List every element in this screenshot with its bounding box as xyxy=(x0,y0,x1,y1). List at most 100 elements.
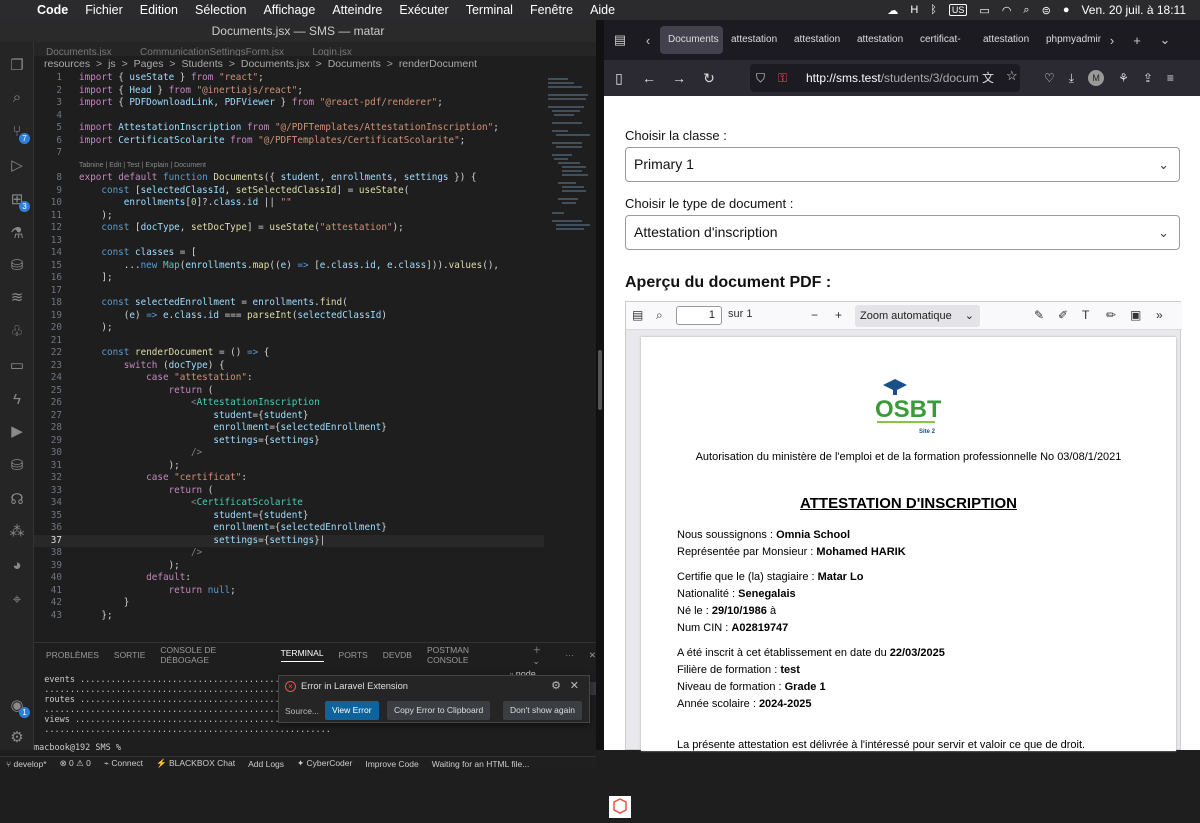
code-line[interactable]: student={student} xyxy=(79,410,308,423)
code-line[interactable]: import { useState } from "react"; xyxy=(79,72,264,85)
explorer-icon[interactable]: ❐ xyxy=(7,56,27,76)
headphones-icon[interactable]: ☊ xyxy=(7,490,27,510)
layers-icon[interactable]: ≋ xyxy=(7,288,27,308)
text-icon[interactable]: T xyxy=(1082,308,1089,322)
code-line[interactable]: ); xyxy=(79,322,112,335)
browser-tab[interactable]: attestation xyxy=(723,26,786,54)
minimap[interactable] xyxy=(544,72,596,642)
draw-icon[interactable]: ✐ xyxy=(1058,308,1068,322)
control-center-icon[interactable]: ⊜ xyxy=(1042,4,1051,17)
code-line[interactable]: const selectedEnrollment = enrollments.f… xyxy=(79,297,347,310)
tab-output[interactable]: SORTIE xyxy=(114,650,146,660)
menu-aide[interactable]: Aide xyxy=(590,3,615,17)
doctype-select[interactable]: Attestation d'inscription ⌄ xyxy=(625,215,1180,250)
code-line[interactable]: const [docType, setDocType] = useState("… xyxy=(79,222,403,235)
code-line[interactable]: default: xyxy=(79,572,191,585)
pen-icon[interactable]: ✏ xyxy=(1106,308,1116,322)
status-connect[interactable]: ⌁ Connect xyxy=(104,758,143,769)
close-panel-icon[interactable]: ✕ xyxy=(589,650,596,661)
browser-tab[interactable]: attestation xyxy=(849,26,912,54)
code-line[interactable]: return ( xyxy=(79,385,214,398)
run-debug-icon[interactable]: ▷ xyxy=(7,156,27,176)
source-control-icon[interactable]: ⑂ 7 xyxy=(7,122,30,144)
bookmark-star-icon[interactable]: ☆ xyxy=(1006,68,1018,84)
laravel-debugbar-icon[interactable] xyxy=(609,796,631,818)
menu-executer[interactable]: Exécuter xyxy=(399,3,448,17)
translate-icon[interactable]: 文 xyxy=(982,69,994,86)
page-number-input[interactable]: 1 xyxy=(676,306,722,325)
crumb-pages[interactable]: Pages xyxy=(134,58,164,70)
crumb-js[interactable]: js xyxy=(108,58,116,70)
view-error-button[interactable]: View Error xyxy=(325,701,379,720)
menu-selection[interactable]: Sélection xyxy=(195,3,246,17)
shield-icon[interactable]: ⛉ xyxy=(756,64,765,92)
status-branch[interactable]: ⑂ develop* xyxy=(6,759,47,769)
image-icon[interactable]: ▣ xyxy=(1130,308,1141,322)
code-line[interactable]: export default function Documents({ stud… xyxy=(79,172,477,185)
tab-login[interactable]: Login.jsx xyxy=(300,46,363,56)
forward-icon[interactable]: → xyxy=(664,70,694,86)
new-tab-icon[interactable]: + xyxy=(1123,33,1151,48)
code-line[interactable]: enrollment={selectedEnrollment} xyxy=(79,422,387,435)
downloads-icon[interactable]: ⤓ xyxy=(1069,71,1074,86)
code-line[interactable]: ]; xyxy=(79,272,112,285)
search-icon[interactable]: ⌕ xyxy=(7,88,27,108)
status-improve-code[interactable]: Improve Code xyxy=(365,759,418,769)
code-line[interactable]: case "attestation": xyxy=(79,372,252,385)
menu-edition[interactable]: Edition xyxy=(140,3,178,17)
code-line[interactable]: const [selectedClassId, setSelectedClass… xyxy=(79,185,409,198)
tab-ports[interactable]: PORTS xyxy=(339,650,368,660)
code-line[interactable]: enrollment={selectedEnrollment} xyxy=(79,522,387,535)
code-line[interactable]: student={student} xyxy=(79,510,308,523)
menu-icon[interactable]: ≡ xyxy=(1167,71,1174,85)
notification-settings-icon[interactable]: ⚙ xyxy=(551,679,561,692)
browser-tab[interactable]: attestation xyxy=(786,26,849,54)
code-line[interactable]: return ( xyxy=(79,485,214,498)
extensions-icon[interactable]: ⊞ 3 xyxy=(7,190,30,212)
code-line[interactable]: switch (docType) { xyxy=(79,360,225,373)
h-app-icon[interactable]: H xyxy=(910,4,918,16)
database2-icon[interactable]: ⛁ xyxy=(7,456,27,476)
status-blackbox[interactable]: ⚡ BLACKBOX Chat xyxy=(156,758,235,769)
code-line[interactable]: ); xyxy=(79,460,180,473)
notification-source[interactable]: Source... xyxy=(285,706,319,716)
window-divider[interactable] xyxy=(596,20,604,750)
zoom-in-icon[interactable]: + xyxy=(835,308,842,322)
code-line[interactable]: import { PDFDownloadLink, PDFViewer } fr… xyxy=(79,97,443,110)
menu-fichier[interactable]: Fichier xyxy=(85,3,123,17)
pocket-icon[interactable]: ♡ xyxy=(1044,71,1055,85)
zoom-select[interactable]: Zoom automatique ⌄ xyxy=(855,305,980,327)
code-line[interactable]: const classes = [ xyxy=(79,247,196,260)
menu-atteindre[interactable]: Atteindre xyxy=(332,3,382,17)
sidebar-icon[interactable]: ▯ xyxy=(604,70,634,87)
url-bar[interactable]: ⛉ ⚿ http://sms.test/students/3/docum xyxy=(750,64,1020,92)
code-line[interactable]: ); xyxy=(79,210,112,223)
code-line[interactable]: } xyxy=(79,597,130,610)
reload-icon[interactable]: ↻ xyxy=(694,70,724,87)
codelens[interactable]: Tabnine | Edit | Test | Explain | Docume… xyxy=(79,160,206,173)
menu-app-name[interactable]: Code xyxy=(37,3,68,17)
menubar-datetime[interactable]: Ven. 20 juil. à 18:11 xyxy=(1081,3,1186,17)
play-circle-icon[interactable]: ▶ xyxy=(7,422,27,442)
crumb-function[interactable]: renderDocument xyxy=(399,58,477,70)
code-line[interactable]: <CertificatScolarite xyxy=(79,497,303,510)
menu-affichage[interactable]: Affichage xyxy=(263,3,315,17)
more-actions-icon[interactable]: ··· xyxy=(565,650,574,660)
code-line[interactable]: <AttestationInscription xyxy=(79,397,320,410)
code-line[interactable]: enrollments[0]?.class.id || "" xyxy=(79,197,292,210)
menu-fenetre[interactable]: Fenêtre xyxy=(530,3,573,17)
class-select[interactable]: Primary 1 ⌄ xyxy=(625,147,1180,182)
code-line[interactable]: import AttestationInscription from "@/PD… xyxy=(79,122,499,135)
tab-problems[interactable]: PROBLÈMES xyxy=(46,650,99,660)
tab-groups-icon[interactable]: ▤ xyxy=(604,32,636,48)
browser-tab[interactable]: attestation xyxy=(975,26,1038,54)
tab-debug-console[interactable]: CONSOLE DE DÉBOGAGE xyxy=(160,645,265,665)
code-line[interactable]: settings={settings} xyxy=(79,435,319,448)
input-source[interactable]: US xyxy=(948,4,968,16)
code-line[interactable]: const renderDocument = () => { xyxy=(79,347,269,360)
database-icon[interactable]: ⛁ xyxy=(7,256,27,276)
scroll-left-icon[interactable]: ‹ xyxy=(636,33,660,48)
code-line[interactable]: (e) => e.class.id === parseInt(selectedC… xyxy=(79,310,387,323)
crumb-file[interactable]: Documents.jsx xyxy=(241,58,310,70)
code-line[interactable]: settings={settings}| xyxy=(79,535,325,548)
